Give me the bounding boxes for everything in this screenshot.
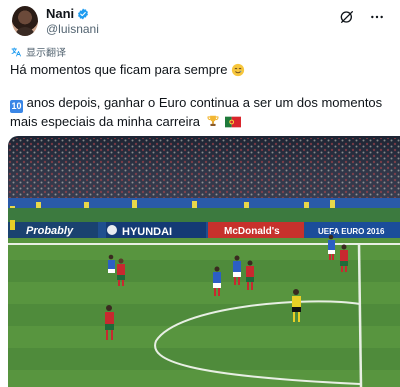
smiling-face-with-tear-icon (232, 63, 245, 76)
match-scene-image: Probably HYUNDAI McDonald's UEFA EURO 20… (8, 136, 400, 387)
board-sponsor1: Probably (26, 225, 74, 237)
avatar[interactable] (12, 6, 38, 36)
tweet-line1-text: Há momentos que ficam para sempre (10, 62, 228, 77)
author-name[interactable]: Nani (46, 6, 74, 21)
tweet-text-line1: Há momentos que ficam para sempre (10, 62, 245, 77)
keycap-ten-icon: 10 (10, 100, 23, 113)
tweet-header: Nani @luisnani (8, 4, 392, 40)
verified-badge-icon (78, 8, 89, 19)
author-name-row[interactable]: Nani (46, 6, 89, 21)
grok-icon[interactable] (338, 8, 356, 26)
translate-icon (11, 47, 21, 56)
board-sponsor2: HYUNDAI (122, 226, 172, 238)
author-handle[interactable]: @luisnani (46, 22, 99, 36)
portugal-flag-icon (225, 116, 242, 128)
board-event: UEFA EURO 2016 (318, 227, 385, 236)
tweet-text-line2: 10 anos depois, ganhar o Euro continua a… (10, 94, 390, 131)
trophy-icon (207, 115, 219, 126)
tweet-line2-text: anos depois, ganhar o Euro continua a se… (10, 95, 383, 129)
more-options-icon[interactable] (368, 8, 386, 26)
board-sponsor3: McDonald's (224, 226, 280, 237)
show-translation-link[interactable]: 显示翻译 (10, 44, 66, 59)
show-translation-label[interactable]: 显示翻译 (26, 44, 66, 59)
tweet-video[interactable]: Probably HYUNDAI McDonald's UEFA EURO 20… (8, 136, 400, 387)
